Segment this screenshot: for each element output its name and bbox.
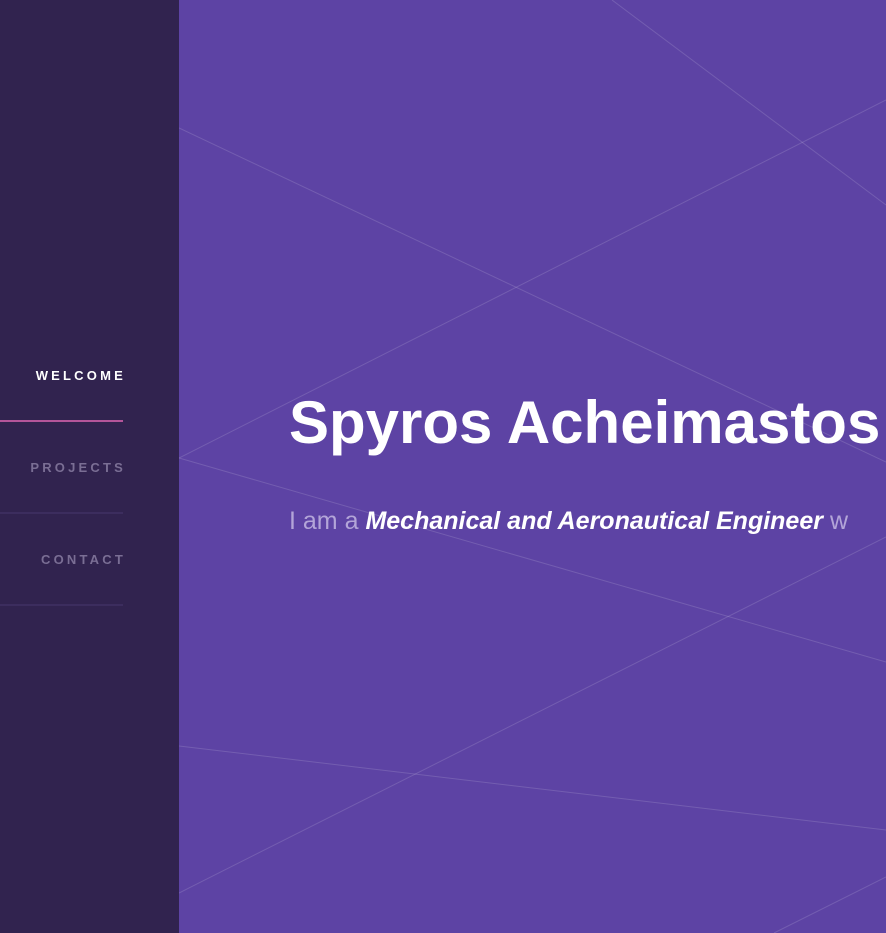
background-line [773,876,886,933]
nav-item-label: WELCOME [35,367,126,383]
hero-section: Spyros Acheimastos I am a Mechanical and… [179,0,886,933]
nav-item-label: CONTACT [41,551,126,567]
tagline-prefix: I am a [289,507,359,535]
page: WELCOME PROJECTS CONTACT Spyros Acheimas… [0,0,886,933]
tagline: I am a Mechanical and Aeronautical Engin… [289,505,848,537]
sidebar-nav: WELCOME PROJECTS CONTACT [0,0,179,933]
nav-item-label: PROJECTS [30,459,126,475]
tagline-role: Mechanical and Aeronautical Engineer [365,507,823,535]
background-line [179,536,886,894]
page-title: Spyros Acheimastos [289,389,881,456]
tagline-suffix: w [829,507,848,535]
nav-item-contact[interactable]: CONTACT [0,514,123,606]
background-line [611,0,886,206]
nav-item-projects[interactable]: PROJECTS [0,422,123,514]
background-lines [179,0,886,933]
background-line [179,745,886,831]
background-line [179,457,886,663]
nav-item-welcome[interactable]: WELCOME [0,330,123,422]
